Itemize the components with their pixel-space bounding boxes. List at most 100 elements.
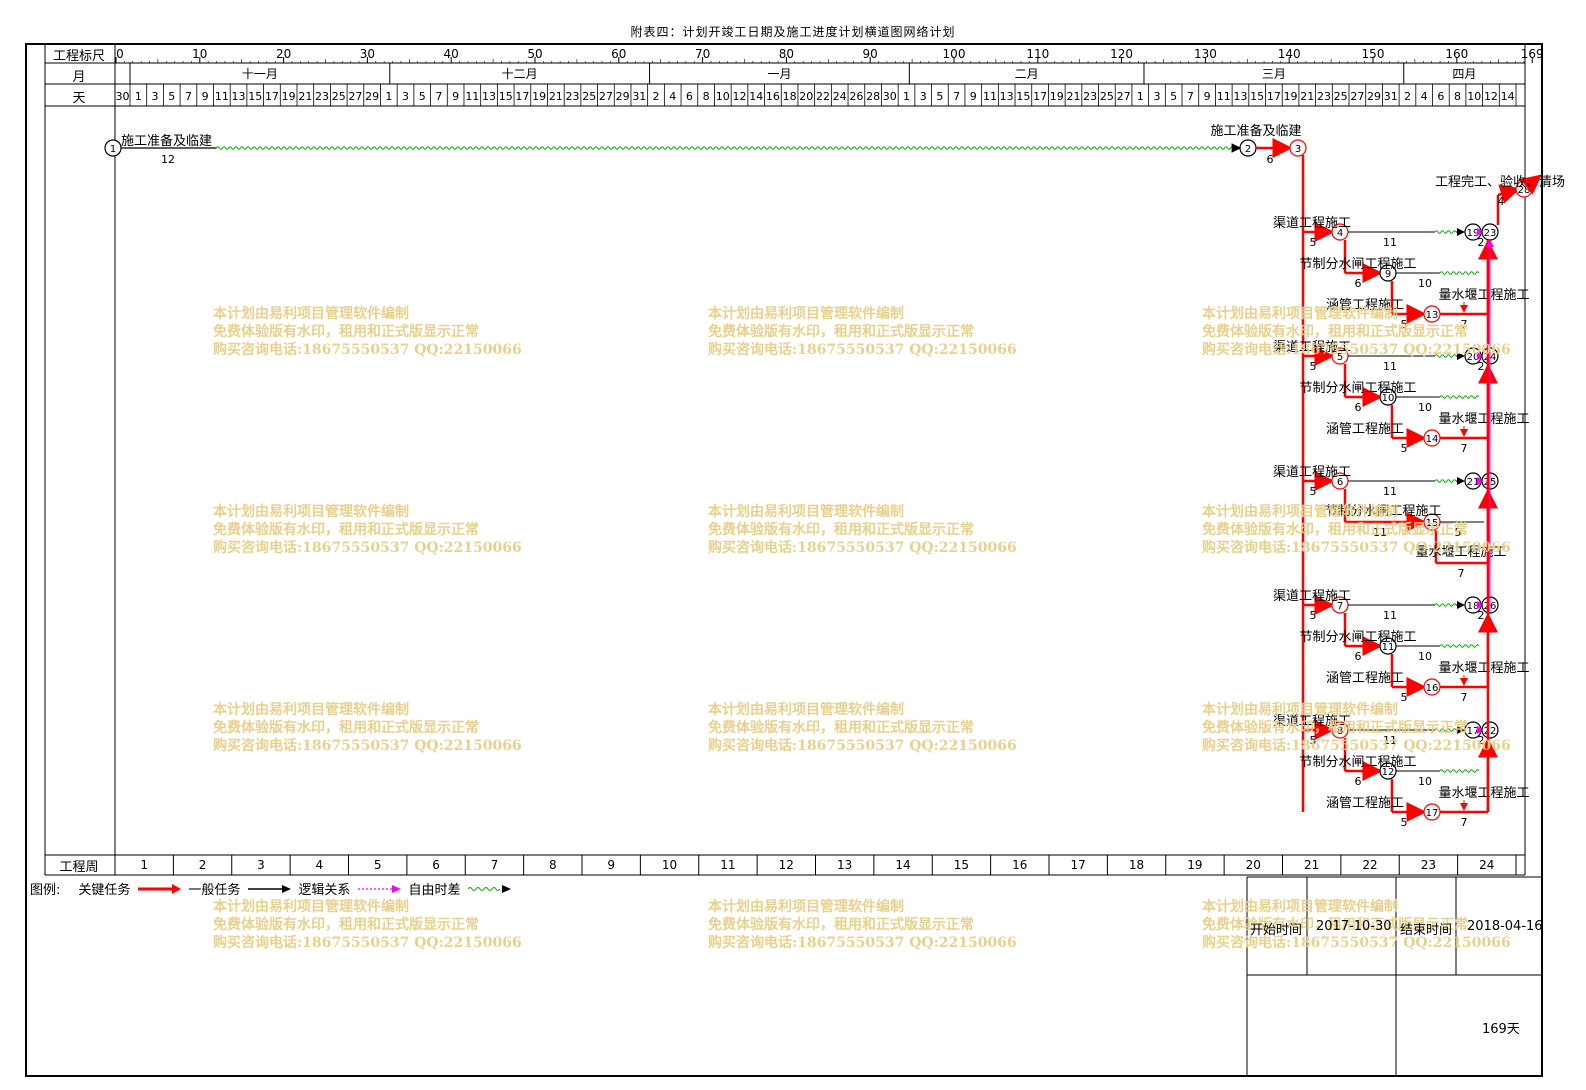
week-label: 18 (1129, 858, 1144, 872)
day-label: 天 (72, 91, 86, 106)
day-label: 17 (1033, 90, 1047, 103)
day-label: 30 (883, 90, 897, 103)
task-label: 施工准备及临建 (1210, 123, 1301, 139)
watermark: 本计划由易利项目管理软件编制 免费体验版有水印，租用和正式版显示正常 购买咨询电话:… (213, 702, 522, 754)
day-label: 3 (402, 90, 409, 103)
day-label: 27 (1117, 90, 1131, 103)
day-label: 5 (419, 90, 426, 103)
day-label: 15 (499, 90, 513, 103)
task-duration: 5 (1310, 236, 1317, 249)
ruler-tick-label: 80 (779, 47, 794, 61)
day-label: 26 (849, 90, 863, 103)
watermark: 本计划由易利项目管理软件编制 免费体验版有水印，租用和正式版显示正常 购买咨询电话:… (1202, 702, 1511, 754)
task-duration: 10 (1418, 401, 1432, 414)
day-label: 18 (783, 90, 797, 103)
day-label: 4 (669, 90, 676, 103)
day-label: 19 (1284, 90, 1298, 103)
week-label: 8 (549, 858, 557, 872)
legend-logic-label: 逻辑关系 (298, 883, 351, 898)
day-label: 10 (716, 90, 730, 103)
task-duration: 5 (1310, 485, 1317, 498)
day-label: 5 (1170, 90, 1177, 103)
legend-title: 图例: (30, 883, 61, 898)
free-float-line (1439, 395, 1480, 399)
day-label: 21 (1300, 90, 1314, 103)
ruler-tick-label: 100 (943, 47, 966, 61)
ruler-tick-label: 130 (1194, 47, 1217, 61)
day-label: 11 (215, 90, 229, 103)
day-label: 8 (703, 90, 710, 103)
legend-free-float-label: 自由时差 (408, 883, 461, 898)
ruler-tick-label: 20 (276, 47, 291, 61)
day-label: 9 (202, 90, 209, 103)
day-label: 9 (452, 90, 459, 103)
week-label: 14 (895, 858, 910, 872)
watermark: 本计划由易利项目管理软件编制 免费体验版有水印，租用和正式版显示正常 购买咨询电话:… (708, 702, 1017, 754)
task-duration: 6 (1355, 277, 1362, 290)
ruler-tick-label: 70 (695, 47, 710, 61)
day-label: 30 (116, 90, 130, 103)
node-label: 17 (1426, 808, 1439, 819)
node-label: 2 (1245, 144, 1251, 155)
ruler-tick-label: 90 (863, 47, 878, 61)
task-duration: 4 (1498, 195, 1505, 208)
day-label: 29 (365, 90, 379, 103)
day-label: 14 (749, 90, 763, 103)
day-label: 2 (1404, 90, 1411, 103)
day-label: 21 (1066, 90, 1080, 103)
task-duration: 10 (1418, 775, 1432, 788)
task-duration: 5 (1401, 442, 1408, 455)
day-label: 25 (1334, 90, 1348, 103)
day-label: 15 (248, 90, 262, 103)
month-label: 十一月 (242, 67, 278, 81)
watermark: 本计划由易利项目管理软件编制 免费体验版有水印，租用和正式版显示正常 购买咨询电话:… (708, 504, 1017, 556)
task-label: 节制分水闸工程施工 (1299, 755, 1416, 770)
month-label: 月 (72, 70, 86, 85)
week-label: 21 (1304, 858, 1319, 872)
day-label: 11 (465, 90, 479, 103)
day-label: 17 (515, 90, 529, 103)
ruler-tick-label: 140 (1278, 47, 1301, 61)
day-label: 11 (983, 90, 997, 103)
week-label: 工程周 (59, 860, 99, 875)
task-duration: 10 (1418, 277, 1432, 290)
legend-general-arrow-icon (248, 884, 292, 893)
day-label: 7 (953, 90, 960, 103)
watermark: 本计划由易利项目管理软件编制 免费体验版有水印，租用和正式版显示正常 购买咨询电话:… (1202, 306, 1511, 358)
day-label: 27 (599, 90, 613, 103)
day-label: 7 (435, 90, 442, 103)
end-time-value: 2018-04-16 (1467, 919, 1543, 934)
day-label: 9 (1204, 90, 1211, 103)
node-label: 23 (1484, 228, 1497, 239)
day-label: 31 (632, 90, 646, 103)
node-label: 21 (1467, 477, 1480, 488)
ruler-tick-label: 160 (1445, 47, 1468, 61)
week-label: 16 (1012, 858, 1027, 872)
start-time-label: 开始时间 (1250, 923, 1303, 938)
day-label: 13 (232, 90, 246, 103)
ruler-tick-label: 40 (444, 47, 459, 61)
day-label: 28 (866, 90, 880, 103)
ruler-tick-label: 169 (1521, 47, 1544, 61)
week-label: 1 (140, 858, 148, 872)
end-time-label: 结束时间 (1400, 923, 1453, 938)
day-label: 19 (532, 90, 546, 103)
week-label: 2 (199, 858, 207, 872)
day-label: 14 (1501, 90, 1515, 103)
day-label: 1 (1137, 90, 1144, 103)
node-label: 1 (110, 144, 116, 155)
free-float-line (1439, 271, 1480, 275)
watermark: 本计划由易利项目管理软件编制 免费体验版有水印，租用和正式版显示正常 购买咨询电话:… (708, 899, 1017, 951)
legend-logic-arrow-icon (358, 884, 402, 893)
legend-general-label: 一般任务 (188, 883, 241, 898)
day-label: 21 (549, 90, 563, 103)
day-label: 29 (616, 90, 630, 103)
day-label: 19 (282, 90, 296, 103)
day-label: 3 (920, 90, 927, 103)
task-duration: 5 (1310, 609, 1317, 622)
task-duration: 11 (1383, 485, 1397, 498)
day-label: 6 (1437, 90, 1444, 103)
task-duration: 11 (1383, 360, 1397, 373)
day-label: 2 (653, 90, 660, 103)
day-label: 20 (799, 90, 813, 103)
